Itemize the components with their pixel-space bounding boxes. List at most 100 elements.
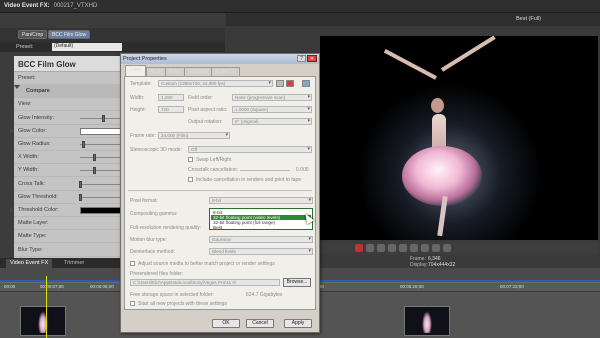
param-color-swatch[interactable] xyxy=(80,127,124,135)
deinterlace-label: Deinterlace method: xyxy=(130,249,175,255)
dialog-title: Project Properties xyxy=(123,56,167,62)
go-to-end-icon[interactable] xyxy=(443,244,451,252)
fx-param-row[interactable]: Compare xyxy=(14,85,125,99)
bcc-film-glow-chain-button[interactable]: BCC Film Glow xyxy=(48,30,91,39)
adjust-source-checkbox[interactable] xyxy=(130,261,135,266)
field-order-dropdown[interactable]: None (progressive scan) xyxy=(232,94,312,101)
fx-param-row: Glow Radius: xyxy=(14,138,125,151)
fx-param-label: Compare xyxy=(26,88,50,95)
param-slider-thumb[interactable] xyxy=(81,141,85,148)
pixel-format-dropdown[interactable]: 8-bit xyxy=(209,197,313,204)
ruler-tick-label: 00:00:08;00 xyxy=(90,284,114,289)
fx-param-row: Glow Color: xyxy=(10,125,125,138)
stop-icon[interactable] xyxy=(410,244,418,252)
prev-frame-icon[interactable] xyxy=(421,244,429,252)
fx-param-label: Threshold Color: xyxy=(18,207,59,213)
include-crosstalk-checkbox[interactable] xyxy=(188,177,193,182)
fx-param-row: Blur Type: xyxy=(14,244,125,257)
frame-info: Frame: 6,346 Display:704x444x32 xyxy=(410,256,455,268)
tab-video-event-fx[interactable]: Video Event FX xyxy=(6,259,53,268)
tab-ruler[interactable]: Ruler xyxy=(165,67,185,76)
close-icon[interactable]: ✕ xyxy=(307,55,317,62)
video-clip[interactable] xyxy=(404,306,450,336)
preset-dropdown[interactable]: (Default) xyxy=(52,43,122,51)
pan-crop-button[interactable]: Pan/Crop xyxy=(18,30,48,39)
tab-audio[interactable]: Audio xyxy=(146,67,167,76)
param-slider-track[interactable] xyxy=(80,183,124,185)
fx-param-label: Y Width: xyxy=(18,167,39,174)
param-slider-thumb[interactable] xyxy=(78,180,82,188)
prerendered-label: Prerendered files folder: xyxy=(130,271,184,277)
ok-button[interactable]: OK xyxy=(212,319,240,328)
stereo-3d-dropdown[interactable]: Off xyxy=(188,146,312,153)
param-color-swatch[interactable] xyxy=(80,207,124,214)
prerendered-path-field[interactable]: C:\Users\Eliz\AppData\Local\Sony\Vegas P… xyxy=(130,279,280,286)
height-label: Height: xyxy=(130,107,146,113)
record-icon[interactable] xyxy=(355,244,363,252)
tab-summary[interactable]: Summary xyxy=(184,67,214,76)
frame-rate-dropdown[interactable]: 24.000 (Film) xyxy=(158,132,230,139)
frame-rate-label: Frame rate: xyxy=(130,133,156,139)
divider xyxy=(128,190,312,191)
crosstalk-label: Crosstalk cancellation: xyxy=(188,167,239,173)
video-clip[interactable] xyxy=(20,306,66,336)
fx-param-row: X Width: xyxy=(14,151,125,165)
fx-param-label: Blur Type: xyxy=(18,246,43,253)
preview-quality-dropdown[interactable]: Best (Full) xyxy=(516,16,541,22)
option-best[interactable]: Best xyxy=(211,225,311,230)
param-slider-thumb[interactable] xyxy=(102,114,106,122)
fx-event-name: 000217_VTXHD xyxy=(53,3,98,9)
fx-param-label: Matte Layer: xyxy=(18,220,49,227)
play-icon[interactable] xyxy=(388,244,396,252)
param-slider-track[interactable] xyxy=(80,157,124,159)
expand-arrow-icon[interactable] xyxy=(14,85,20,90)
fx-title-label: Video Event FX: xyxy=(4,3,50,9)
param-slider-track[interactable] xyxy=(80,144,124,145)
param-slider-thumb[interactable] xyxy=(78,193,82,201)
save-template-icon[interactable] xyxy=(276,80,284,87)
ruler-tick-label: 00:07:23;00 xyxy=(500,284,524,289)
pixel-format-label: Pixel format: xyxy=(130,198,158,204)
fx-param-label: Glow Radius: xyxy=(18,141,51,147)
deinterlace-dropdown[interactable]: Blend fields xyxy=(209,248,313,255)
loop-icon[interactable] xyxy=(366,244,374,252)
fx-param-label: Glow Threshold: xyxy=(18,193,58,200)
pixel-aspect-dropdown[interactable]: 1.0000 (Square) xyxy=(232,106,312,113)
delete-template-icon[interactable] xyxy=(286,80,294,87)
param-slider-thumb[interactable] xyxy=(93,167,97,175)
next-frame-icon[interactable] xyxy=(432,244,440,252)
height-field[interactable]: 720 xyxy=(158,106,184,113)
param-slider-track[interactable] xyxy=(80,170,124,172)
fx-param-label: Matte Type: xyxy=(18,233,47,240)
expand-arrow-icon[interactable] xyxy=(10,127,14,134)
playhead[interactable] xyxy=(46,276,47,338)
match-media-icon[interactable] xyxy=(302,80,310,87)
param-slider-track[interactable] xyxy=(80,196,124,198)
play-from-start-icon[interactable] xyxy=(377,244,385,252)
fx-param-row: Preset: xyxy=(14,72,125,85)
tab-video[interactable]: Video xyxy=(125,65,146,76)
pause-icon[interactable] xyxy=(399,244,407,252)
swap-lr-label: Swap Left/Right xyxy=(196,157,232,163)
start-all-checkbox[interactable] xyxy=(130,301,135,306)
swap-lr-checkbox[interactable] xyxy=(188,157,193,162)
fx-param-row: Matte Layer: xyxy=(14,217,125,231)
motion-blur-dropdown[interactable]: Gaussian xyxy=(209,236,313,243)
param-slider-thumb[interactable] xyxy=(93,154,97,162)
browse-button[interactable]: Browse... xyxy=(283,278,311,287)
fx-param-row: Matte Type: xyxy=(14,230,125,244)
adjust-source-label: Adjust source media to better match proj… xyxy=(138,261,275,267)
cancel-button[interactable]: Cancel xyxy=(246,319,274,328)
template-dropdown[interactable]: Custom (1280x720, 24.000 fps) xyxy=(158,80,273,87)
tab-audio-cd[interactable]: Audio CD xyxy=(211,67,241,76)
clip-thumbnail xyxy=(422,311,432,333)
crosstalk-slider[interactable] xyxy=(240,170,290,171)
fx-param-row: Y Width: xyxy=(14,164,125,178)
width-field[interactable]: 1,280 xyxy=(158,94,184,101)
help-icon[interactable]: ? xyxy=(297,55,306,62)
apply-button[interactable]: Apply xyxy=(284,319,312,328)
expand-arrow-icon[interactable] xyxy=(10,207,14,213)
fx-param-label: Glow Color: xyxy=(18,127,47,134)
output-rotation-dropdown[interactable]: 0° (original) xyxy=(232,118,312,125)
tab-trimmer[interactable]: Trimmer xyxy=(60,259,88,268)
